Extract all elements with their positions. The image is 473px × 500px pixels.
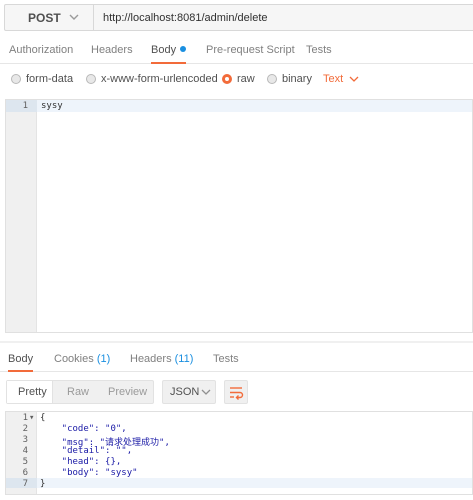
radio-urlencoded[interactable]: x-www-form-urlencoded [86,73,218,85]
tab-body[interactable]: Body [151,38,187,64]
tab-authorization[interactable]: Authorization [9,38,73,64]
request-body-editor[interactable]: 1 sysy [5,99,473,333]
tab-tests[interactable]: Tests [306,38,332,64]
radio-raw[interactable]: raw [222,73,255,85]
code-line: "head": {}, [40,457,122,467]
radio-label: raw [237,73,255,85]
response-format-label: JSON [170,386,200,398]
tab-cookies-label: Cookies [54,353,94,365]
wrap-lines-button[interactable] [224,380,248,404]
line-number: 7 [22,479,28,489]
chevron-down-icon [349,76,359,82]
active-line-highlight [6,478,472,488]
view-mode-group: Pretty Raw Preview [6,380,154,404]
modified-dot-icon [180,46,187,52]
response-toolbar: Pretty Raw Preview JSON [0,380,473,406]
code-line: "code": "0", [40,424,127,434]
line-number: 6 [22,468,28,478]
code-line: "body": "sysy" [40,468,138,478]
radio-circle-icon [11,74,21,84]
raw-button[interactable]: Raw [67,381,89,403]
raw-format-label: Text [323,73,344,85]
tab-headers[interactable]: Headers [91,38,133,64]
radio-form-data[interactable]: form-data [11,73,73,85]
body-type-options: form-data x-www-form-urlencoded raw bina… [0,68,473,92]
section-divider [0,341,473,343]
raw-format-select[interactable]: Text [323,73,360,85]
code-line: "detail": "", [40,446,133,456]
headers-count: (11) [174,353,194,365]
tab-body-label: Body [151,44,177,56]
code-line: { [40,413,46,423]
line-number: 4 [22,446,28,456]
radio-binary[interactable]: binary [267,73,312,85]
method-label: POST [28,10,61,25]
cookies-count: (1) [96,353,111,365]
method-select[interactable]: POST [4,4,94,31]
url-bar: POST http://localhost:8081/admin/delete [0,0,473,35]
response-tabs: Body Cookies (1) Headers (11) Tests [0,348,473,372]
tab-headers-label: Headers [130,353,172,365]
line-number: 3 [22,435,28,445]
radio-circle-icon [267,74,277,84]
line-number-gutter [6,100,37,332]
radio-selected-icon [222,74,232,84]
preview-button[interactable]: Preview [108,381,147,403]
line-number: 1 [22,413,28,423]
radio-label: binary [282,73,312,85]
tab-response-body[interactable]: Body [8,348,34,372]
active-line-highlight [6,100,472,112]
request-tabs: Authorization Headers Body Pre-request S… [0,38,473,64]
radio-label: form-data [26,73,74,85]
tab-response-tests[interactable]: Tests [213,348,239,372]
code-line: } [40,479,46,489]
response-body-editor[interactable]: 1 ▾ 2 3 4 5 6 7 { "code": "0", "msg": "请… [5,411,473,495]
line-number: 2 [22,424,28,434]
tab-cookies[interactable]: Cookies (1) [54,348,110,372]
tab-response-headers[interactable]: Headers (11) [130,348,193,372]
wrap-lines-icon [230,387,244,400]
code-line: sysy [41,101,63,111]
chevron-down-icon [201,389,211,395]
chevron-down-icon [69,14,79,20]
line-number: 1 [22,101,28,111]
fold-arrow-icon[interactable]: ▾ [29,413,37,423]
response-format-select[interactable]: JSON [162,380,216,404]
radio-label: x-www-form-urlencoded [101,73,218,85]
pretty-button[interactable]: Pretty [7,381,53,403]
line-number: 5 [22,457,28,467]
url-input[interactable]: http://localhost:8081/admin/delete [94,4,473,31]
tab-pre-request-script[interactable]: Pre-request Script [206,38,295,64]
radio-circle-icon [86,74,96,84]
